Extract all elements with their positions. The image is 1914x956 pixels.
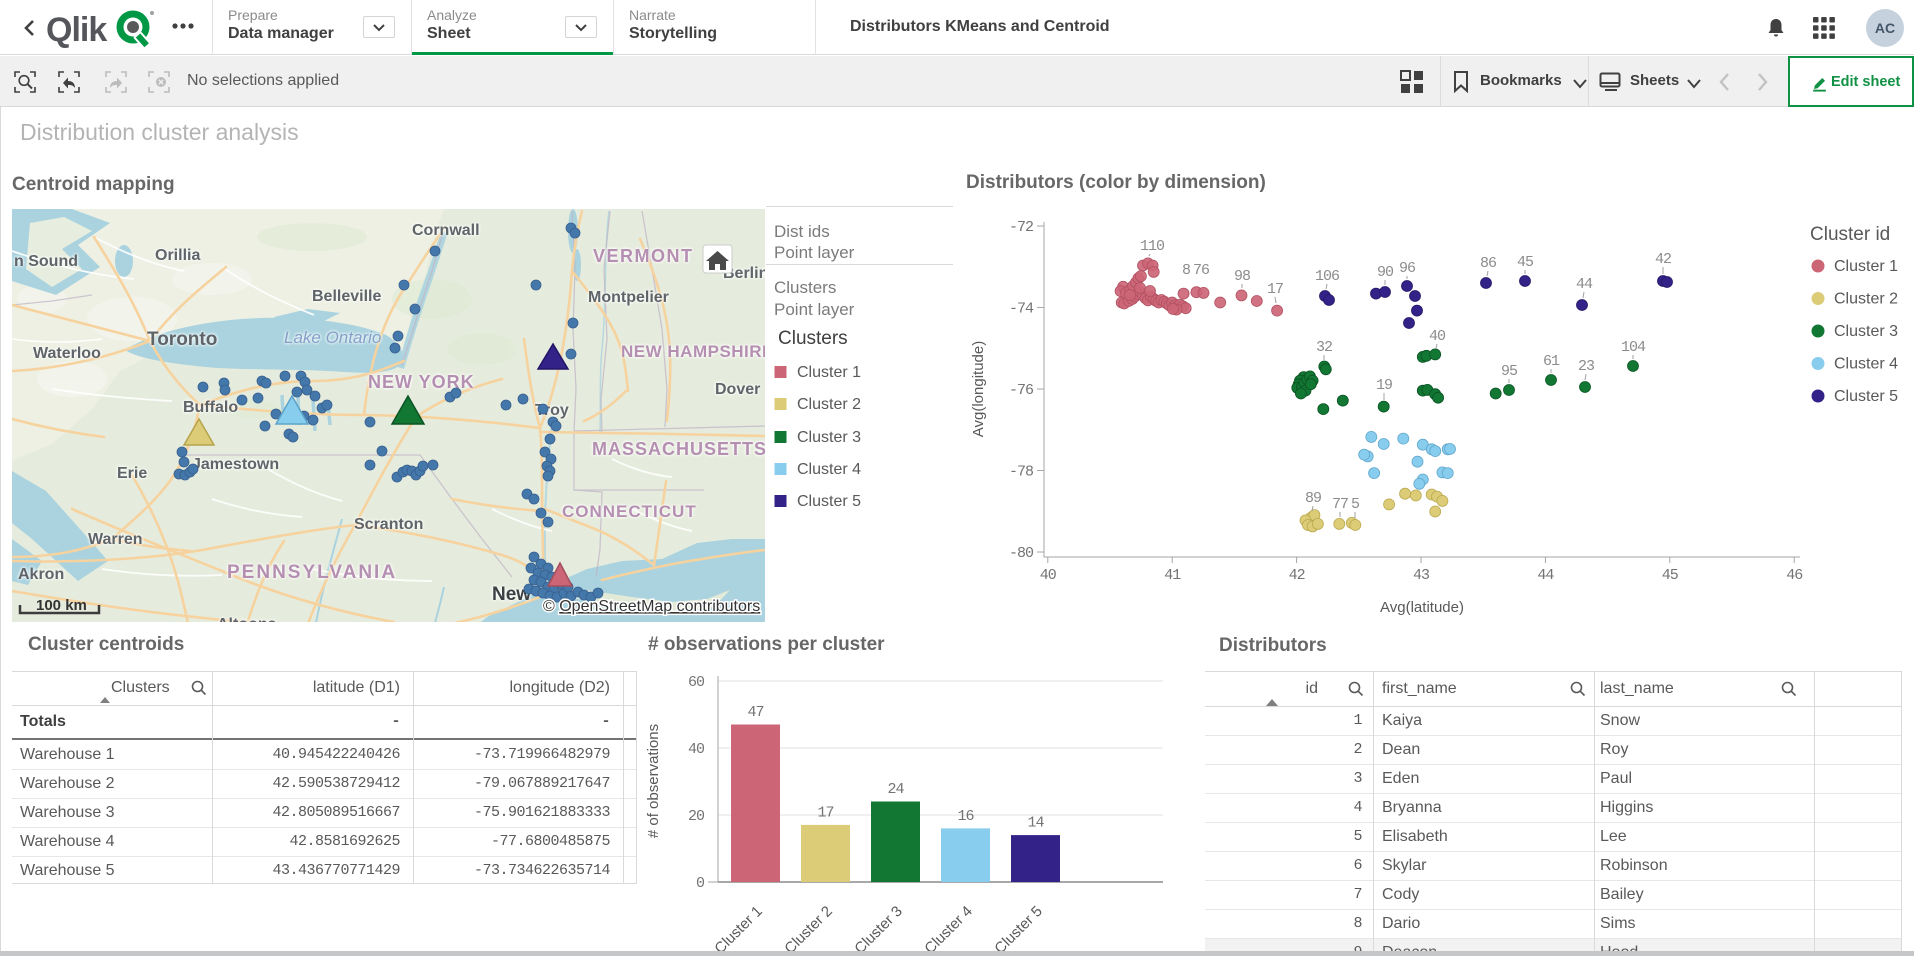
svg-text:Cluster 1: Cluster 1 [711,903,765,956]
svg-text:5: 5 [1351,496,1360,513]
svg-text:Cluster id: Cluster id [1810,224,1890,245]
svg-text:17: 17 [817,804,833,821]
svg-text:42: 42 [1289,567,1305,584]
svg-text:VERMONT: VERMONT [593,246,694,266]
svg-text:106: 106 [1315,268,1340,285]
svg-text:96: 96 [1399,260,1416,277]
svg-text:Toronto: Toronto [147,329,217,350]
svg-text:61: 61 [1543,353,1560,370]
svg-text:Jamestown: Jamestown [192,456,279,473]
svg-text:20: 20 [688,808,705,825]
svg-text:43: 43 [1413,567,1430,584]
svg-text:Cluster 2: Cluster 2 [1834,291,1898,308]
svg-text:Waterloo: Waterloo [33,345,101,362]
svg-text:16: 16 [957,808,974,825]
svg-text:Akron: Akron [18,566,64,583]
svg-text:Cluster 2: Cluster 2 [781,903,835,956]
svg-text:8: 8 [1182,262,1191,279]
svg-text:Avg(latitude): Avg(latitude) [1380,599,1464,616]
svg-text:104: 104 [1621,339,1646,356]
svg-text:Orillia: Orillia [155,247,200,264]
svg-text:# of observations: # of observations [645,724,662,838]
svg-text:44: 44 [1537,567,1554,584]
svg-text:90: 90 [1377,264,1394,281]
svg-text:Montpelier: Montpelier [588,289,669,306]
svg-text:40: 40 [1040,567,1057,584]
svg-text:44: 44 [1576,276,1593,293]
svg-text:CONNECTICUT: CONNECTICUT [562,502,697,521]
svg-text:98: 98 [1234,268,1251,285]
svg-text:19: 19 [1376,377,1392,394]
svg-text:Cluster 5: Cluster 5 [1834,388,1898,405]
svg-text:Cluster 5: Cluster 5 [797,493,861,510]
svg-text:Buffalo: Buffalo [183,399,238,416]
svg-text:14: 14 [1027,815,1044,832]
svg-text:Cluster 3: Cluster 3 [1834,323,1898,340]
svg-text:MASSACHUSETTS: MASSACHUSETTS [592,439,765,459]
svg-text:89: 89 [1305,490,1321,507]
svg-text:110: 110 [1140,238,1165,255]
svg-text:Cluster 1: Cluster 1 [1834,258,1898,275]
svg-text:Lake Ontario: Lake Ontario [284,328,381,347]
svg-text:Cluster 3: Cluster 3 [797,429,861,446]
svg-text:60: 60 [688,674,705,691]
svg-text:95: 95 [1501,363,1518,380]
svg-text:-72: -72 [1009,219,1033,236]
svg-text:Cluster 4: Cluster 4 [921,903,975,956]
svg-text:40: 40 [688,741,705,758]
svg-text:Cornwall: Cornwall [412,222,480,239]
svg-text:40: 40 [1429,328,1446,345]
svg-text:© OpenStreetMap contributors: © OpenStreetMap contributors [543,598,760,615]
svg-text:-80: -80 [1009,545,1034,562]
svg-text:n Sound: n Sound [14,253,78,270]
svg-text:Cluster 2: Cluster 2 [797,396,861,413]
svg-text:23: 23 [1578,358,1595,375]
svg-text:42: 42 [1655,251,1671,268]
svg-text:Cluster 4: Cluster 4 [1834,356,1898,373]
svg-text:Cluster 4: Cluster 4 [797,461,861,478]
svg-text:77: 77 [1332,496,1348,513]
svg-text:100 km: 100 km [36,597,87,614]
svg-text:Scranton: Scranton [354,516,423,533]
svg-text:45: 45 [1662,567,1679,584]
svg-text:Warren: Warren [88,531,143,548]
svg-text:0: 0 [696,875,705,892]
svg-text:Erie: Erie [117,465,147,482]
svg-text:46: 46 [1786,567,1803,584]
svg-text:32: 32 [1316,339,1332,356]
svg-text:24: 24 [887,781,904,798]
svg-text:86: 86 [1480,255,1497,272]
svg-text:-76: -76 [1009,382,1034,399]
svg-text:Belleville: Belleville [312,288,381,305]
svg-text:NEW HAMPSHIRE: NEW HAMPSHIRE [621,342,765,361]
svg-text:Cluster 1: Cluster 1 [797,364,861,381]
svg-text:45: 45 [1517,254,1534,271]
svg-text:-74: -74 [1009,301,1034,318]
svg-text:Cluster 3: Cluster 3 [851,903,905,956]
svg-text:41: 41 [1164,567,1181,584]
svg-text:PENNSYLVANIA: PENNSYLVANIA [227,562,397,583]
svg-text:-78: -78 [1009,464,1034,481]
svg-text:76: 76 [1193,262,1210,279]
svg-text:Altoona: Altoona [217,616,277,622]
svg-text:Cluster 5: Cluster 5 [991,903,1045,956]
svg-text:Dover: Dover [715,381,760,398]
svg-text:17: 17 [1267,281,1283,298]
svg-text:47: 47 [747,704,763,721]
svg-text:Avg(longitude): Avg(longitude) [970,341,987,437]
svg-text:Qlik: Qlik [46,11,107,49]
